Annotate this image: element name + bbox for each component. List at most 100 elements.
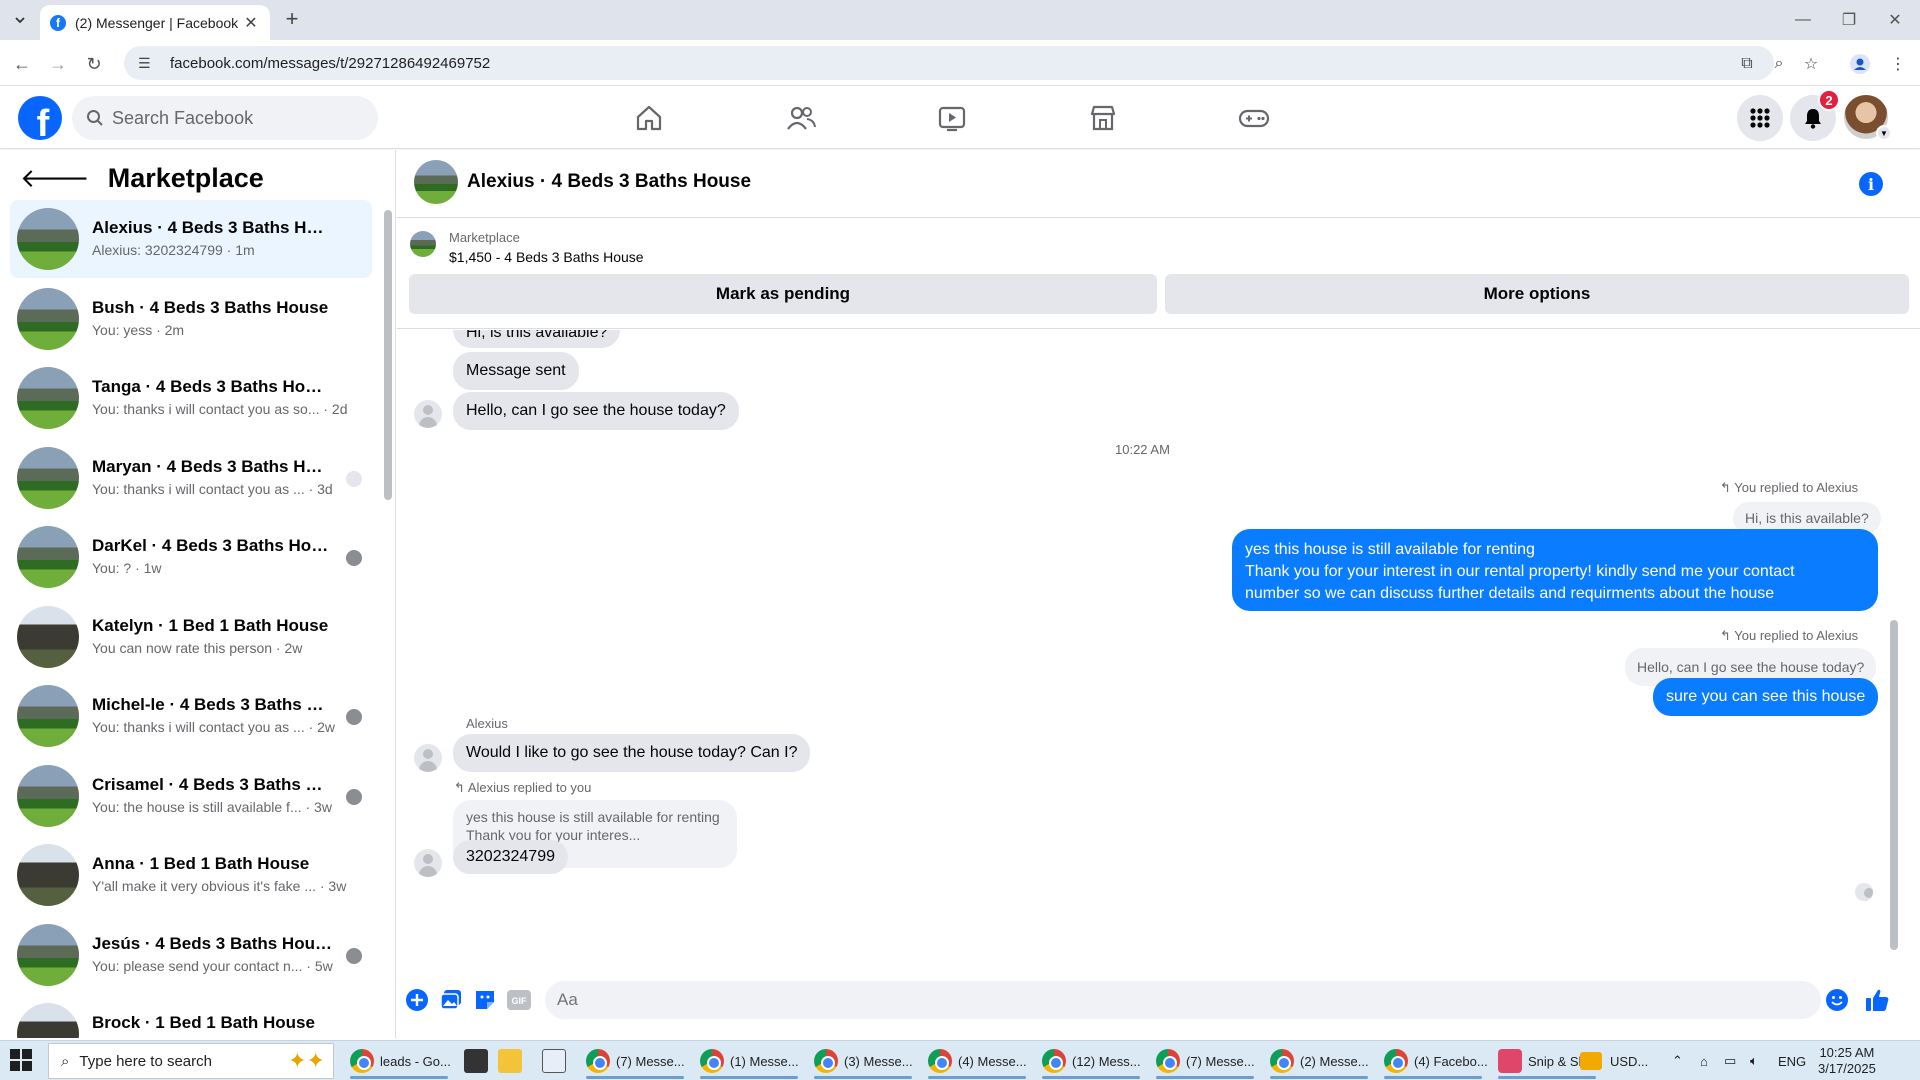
- message-input[interactable]: [545, 981, 1821, 1019]
- browser-menu-icon[interactable]: ⋮: [1884, 50, 1912, 78]
- reload-icon[interactable]: ↻: [80, 50, 108, 78]
- conversation-preview: Alexius: 3202324799 · 1m: [92, 242, 255, 258]
- listing-thumbnail[interactable]: [414, 160, 458, 204]
- conversation-item[interactable]: Alexius · 4 Beds 3 Baths House Alexius: 3…: [10, 200, 372, 278]
- sticker-icon[interactable]: [471, 986, 499, 1014]
- taskbar-app-chrome[interactable]: leads - Go...: [344, 1043, 454, 1079]
- account-avatar[interactable]: ▼: [1844, 95, 1892, 141]
- message-bubble-incoming[interactable]: 3202324799: [453, 840, 568, 874]
- marketplace-nav-icon[interactable]: [1047, 95, 1159, 141]
- conversation-preview: You: thanks i will contact you as so... …: [92, 401, 348, 417]
- more-options-button[interactable]: More options: [1165, 274, 1909, 314]
- zoom-icon[interactable]: ⌕: [1765, 50, 1793, 78]
- conversation-item[interactable]: Tanga · 4 Beds 3 Baths House You: thanks …: [10, 359, 372, 437]
- sticky-notes-icon: [464, 1049, 488, 1073]
- browser-tab-active[interactable]: f (2) Messenger | Facebook ✕: [40, 5, 270, 40]
- photo-icon[interactable]: [437, 986, 465, 1014]
- forward-arrow-icon[interactable]: →: [44, 50, 72, 78]
- close-tab-icon[interactable]: ✕: [242, 13, 260, 33]
- display-icon[interactable]: ▭: [1724, 1041, 1736, 1080]
- taskbar-app-chrome[interactable]: (7) Messe...: [1150, 1043, 1260, 1079]
- restore-icon[interactable]: ❐: [1826, 0, 1872, 40]
- home-nav-icon[interactable]: [593, 95, 705, 141]
- conversation-item[interactable]: DarKel · 4 Beds 3 Baths House You: ? · 1w: [10, 518, 372, 596]
- emoji-icon[interactable]: [1823, 986, 1851, 1014]
- taskbar-app-file-explorer[interactable]: [492, 1043, 532, 1079]
- conversation-name: Katelyn · 1 Bed 1 Bath House: [92, 615, 329, 635]
- taskbar-app-chrome[interactable]: (4) Facebo...: [1378, 1043, 1488, 1079]
- tab-search-dropdown-icon[interactable]: [8, 8, 32, 32]
- chevron-up-icon[interactable]: ⌃: [1672, 1041, 1683, 1080]
- inbox-scrollbar[interactable]: [384, 210, 392, 500]
- sender-avatar[interactable]: [414, 744, 442, 772]
- thumbs-up-icon[interactable]: [1863, 986, 1891, 1014]
- conversation-preview: You can now rate this person · 2w: [92, 639, 303, 656]
- conversation-preview: You: please send your contact n... · 5w: [92, 957, 333, 974]
- message-bubble-outgoing[interactable]: sure you can see this house: [1653, 678, 1879, 716]
- close-window-icon[interactable]: ✕: [1872, 0, 1918, 40]
- site-settings-icon[interactable]: ☰: [138, 55, 156, 72]
- conversation-item[interactable]: Jesús · 4 Beds 3 Baths House You: please …: [10, 916, 372, 994]
- back-arrow-icon[interactable]: 🡐: [20, 163, 90, 194]
- taskbar-app-solitaire[interactable]: [536, 1043, 576, 1079]
- bookmark-star-icon[interactable]: ☆: [1797, 50, 1825, 78]
- conversation-item[interactable]: Brock · 1 Bed 1 Bath House: [10, 995, 372, 1038]
- taskbar-app-chrome[interactable]: (2) Messe...: [1264, 1043, 1374, 1079]
- clock[interactable]: 10:25 AM 3/17/2025: [1818, 1041, 1876, 1080]
- message-bubble-incoming[interactable]: Hello, can I go see the house today?: [453, 392, 739, 430]
- conversation-item[interactable]: Bush · 4 Beds 3 Baths House You: yess · 2…: [10, 280, 372, 358]
- conversation-item[interactable]: Maryan · 4 Beds 3 Baths House You: thanks…: [10, 439, 372, 517]
- listing-small-thumbnail[interactable]: [410, 231, 436, 257]
- listing-price-title[interactable]: $1,450 - 4 Beds 3 Baths House: [449, 249, 644, 265]
- notifications-button[interactable]: 2: [1790, 89, 1840, 141]
- chrome-icon: [586, 1049, 610, 1073]
- message-bubble-incoming[interactable]: Message sent: [453, 352, 579, 390]
- facebook-logo-icon[interactable]: f: [18, 96, 62, 140]
- sender-avatar[interactable]: [414, 849, 442, 877]
- new-tab-button[interactable]: +: [280, 8, 304, 32]
- taskbar-app-chrome[interactable]: (3) Messe...: [808, 1043, 918, 1079]
- message-bubble-incoming[interactable]: Would I like to go see the house today? …: [453, 734, 811, 772]
- network-icon[interactable]: ⌂: [1700, 1041, 1708, 1080]
- taskbar-app-chrome[interactable]: (7) Messe...: [580, 1043, 690, 1079]
- profile-icon[interactable]: [1846, 50, 1874, 78]
- minimize-icon[interactable]: —: [1780, 0, 1826, 40]
- video-nav-icon[interactable]: [896, 95, 1008, 141]
- conversation-item[interactable]: Michel-le · 4 Beds 3 Baths Ho... You: tha…: [10, 677, 372, 755]
- volume-icon[interactable]: 🔈︎: [1750, 1041, 1758, 1080]
- conversation-item[interactable]: Anna · 1 Bed 1 Bath House Y'all make it v…: [10, 836, 372, 914]
- message-bubble-outgoing[interactable]: yes this house is still available for re…: [1232, 529, 1878, 611]
- back-arrow-icon[interactable]: ←: [8, 50, 36, 78]
- gif-icon[interactable]: GIF: [505, 986, 533, 1014]
- windows-start-icon[interactable]: [10, 1049, 34, 1073]
- taskbar-search-input[interactable]: ⌕ Type here to search ✦✦: [48, 1043, 334, 1079]
- language-indicator[interactable]: ENG: [1778, 1041, 1806, 1080]
- windows-taskbar: ⌕ Type here to search ✦✦ leads - Go... (7…: [0, 1040, 1920, 1080]
- address-bar[interactable]: ☰ facebook.com/messages/t/29271286492469…: [124, 46, 1774, 80]
- install-app-icon[interactable]: ⧉: [1733, 50, 1761, 78]
- plus-circle-icon[interactable]: [403, 986, 431, 1014]
- message-line: number so we can discuss further details…: [1245, 585, 1775, 602]
- info-icon[interactable]: i: [1859, 172, 1883, 196]
- taskbar-app-label: leads - Go...: [380, 1053, 451, 1069]
- friends-nav-icon[interactable]: [745, 95, 857, 141]
- conversation-preview: Y'all make it very obvious it's fake ...…: [92, 878, 347, 894]
- conversation-thumbnail: [17, 844, 79, 906]
- read-receipt-avatar: [1855, 883, 1873, 901]
- weather-currency-widget[interactable]: USD...: [1580, 1041, 1648, 1080]
- conversation-item[interactable]: Crisamel · 4 Beds 3 Baths House You: the …: [10, 757, 372, 835]
- chat-title[interactable]: Alexius · 4 Beds 3 Baths House: [467, 171, 751, 193]
- taskbar-app-chrome[interactable]: (1) Messe...: [694, 1043, 804, 1079]
- taskbar-app-chrome[interactable]: (4) Messe...: [922, 1043, 1032, 1079]
- chat-scrollbar[interactable]: [1890, 620, 1898, 950]
- taskbar-app-chrome[interactable]: (12) Mess...: [1036, 1043, 1146, 1079]
- menu-grid-button[interactable]: [1737, 95, 1783, 141]
- sender-avatar[interactable]: [414, 400, 442, 428]
- conversation-item[interactable]: Katelyn · 1 Bed 1 Bath House You can now …: [10, 598, 372, 676]
- gaming-nav-icon[interactable]: [1198, 95, 1310, 141]
- message-bubble-incoming[interactable]: Hi, is this available?: [453, 330, 621, 348]
- reply-indicator: ↰ You replied to Alexius: [1720, 628, 1858, 644]
- mark-as-pending-button[interactable]: Mark as pending: [409, 274, 1157, 314]
- taskbar-app-sticky-notes[interactable]: [458, 1043, 488, 1079]
- facebook-search-input[interactable]: Search Facebook: [72, 96, 378, 140]
